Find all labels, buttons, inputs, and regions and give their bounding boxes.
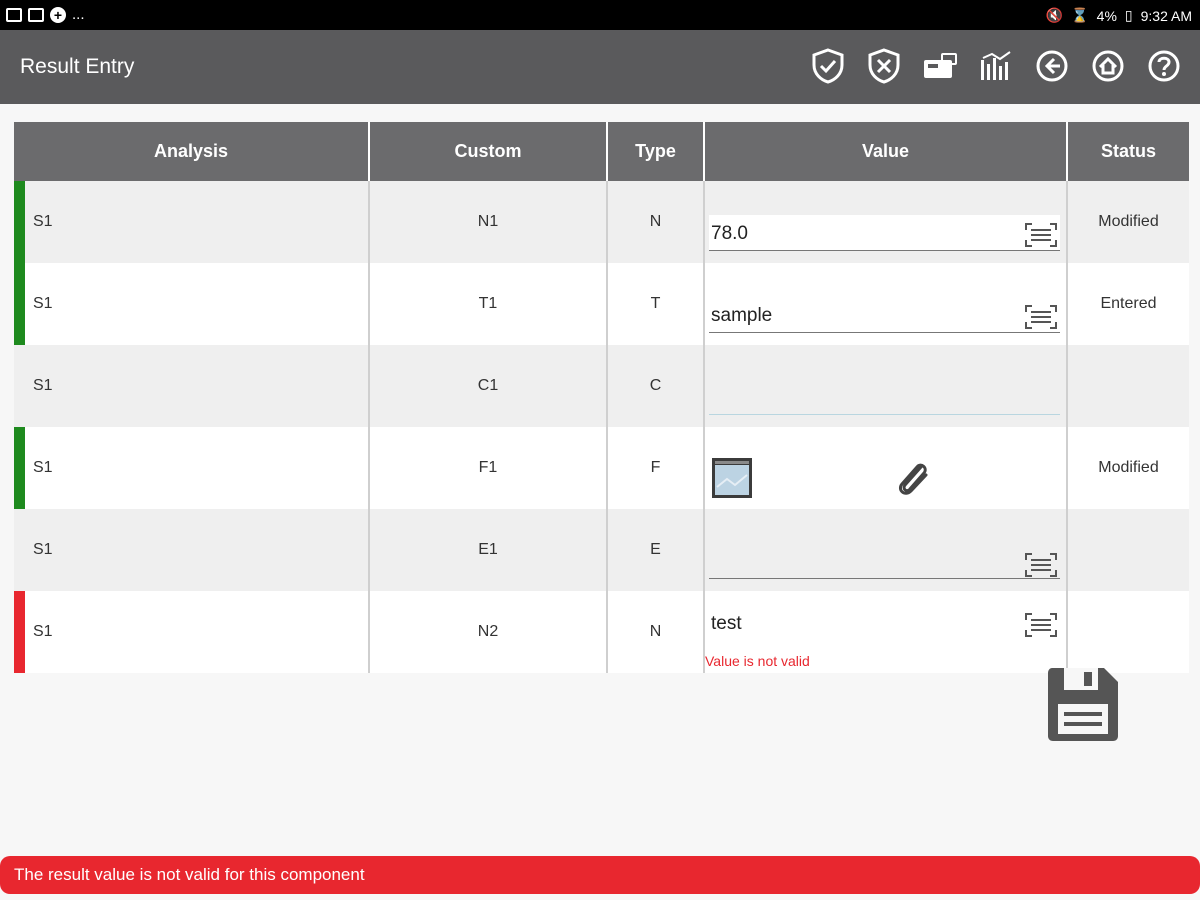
value-input[interactable]: sample xyxy=(709,297,1060,333)
approve-button[interactable] xyxy=(810,48,846,84)
table-row[interactable]: S1 F1 F Modified xyxy=(14,427,1189,509)
barcode-scan-icon[interactable] xyxy=(1024,222,1058,248)
value-input[interactable] xyxy=(709,543,1060,579)
card-reader-icon xyxy=(924,53,957,78)
status-cell: Modified xyxy=(1098,213,1159,230)
table-row[interactable]: S1 E1 E xyxy=(14,509,1189,591)
column-header-type: Type xyxy=(608,122,705,181)
type-cell: T xyxy=(650,295,661,312)
system-status-bar: + ... 🔇 ⌛ 4% ▯ 9:32 AM xyxy=(0,0,1200,30)
error-toast: The result value is not valid for this c… xyxy=(0,856,1200,894)
status-cell: Entered xyxy=(1100,295,1157,312)
type-cell: N xyxy=(649,213,662,230)
clock: 9:32 AM xyxy=(1140,7,1192,24)
help-button[interactable] xyxy=(1146,48,1182,84)
barcode-scan-icon[interactable] xyxy=(1024,552,1058,578)
battery-level: 4% xyxy=(1096,7,1117,24)
toolbar-actions xyxy=(810,48,1182,84)
card-reader-button[interactable] xyxy=(922,48,958,84)
reject-button[interactable] xyxy=(866,48,902,84)
custom-cell: C1 xyxy=(477,377,499,394)
shield-x-icon xyxy=(868,48,900,84)
table-header: Analysis Custom Type Value Status xyxy=(14,122,1189,181)
validation-error: Value is not valid xyxy=(705,653,810,669)
analysis-cell: S1 xyxy=(33,377,53,394)
chart-export-icon xyxy=(981,51,1011,80)
back-icon xyxy=(1036,50,1068,82)
floppy-disk-icon xyxy=(1048,668,1118,741)
shield-check-icon xyxy=(812,48,844,84)
type-cell: E xyxy=(650,541,661,558)
toast-message: The result value is not valid for this c… xyxy=(14,865,365,884)
column-header-status: Status xyxy=(1068,122,1189,181)
custom-cell: N2 xyxy=(477,623,499,640)
value-selector[interactable] xyxy=(709,379,1060,415)
value-text: 78.0 xyxy=(711,223,748,244)
table-row[interactable]: S1 C1 C xyxy=(14,345,1189,427)
status-cell: Modified xyxy=(1098,459,1159,476)
more-notifications: ... xyxy=(72,6,85,23)
value-input[interactable]: 78.0 xyxy=(709,215,1060,251)
table-row[interactable]: S1 T1 T sample Entered xyxy=(14,263,1189,345)
paperclip-icon[interactable] xyxy=(893,459,933,497)
app-bar: Result Entry xyxy=(0,30,1200,104)
table-row[interactable]: S1 N2 N test Value is not valid xyxy=(14,591,1189,673)
image-notification-icon xyxy=(28,7,44,22)
custom-cell: F1 xyxy=(478,459,498,476)
custom-cell: T1 xyxy=(478,295,498,312)
result-table: Analysis Custom Type Value Status S1 N1 … xyxy=(14,122,1189,673)
analysis-cell: S1 xyxy=(33,295,53,312)
barcode-scan-icon[interactable] xyxy=(1024,612,1058,638)
value-text: sample xyxy=(711,305,773,326)
add-notification-icon: + xyxy=(50,6,66,23)
mute-icon: 🔇 xyxy=(1045,7,1064,23)
custom-cell: E1 xyxy=(478,541,498,558)
column-header-value: Value xyxy=(705,122,1068,181)
analysis-cell: S1 xyxy=(33,623,53,640)
back-button[interactable] xyxy=(1034,48,1070,84)
table-row[interactable]: S1 N1 N 78.0 Modified xyxy=(14,181,1189,263)
chart-export-button[interactable] xyxy=(978,48,1014,84)
type-cell: N xyxy=(649,623,662,640)
save-button[interactable] xyxy=(1046,666,1120,742)
type-cell: C xyxy=(649,377,662,394)
type-cell: F xyxy=(650,459,661,476)
home-icon xyxy=(1092,50,1124,82)
analysis-cell: S1 xyxy=(33,541,53,558)
battery-icon: ▯ xyxy=(1124,7,1133,23)
value-text: test xyxy=(711,613,742,634)
file-thumbnail[interactable] xyxy=(711,457,753,499)
help-icon xyxy=(1148,50,1180,82)
page-title: Result Entry xyxy=(20,55,135,78)
analysis-cell: S1 xyxy=(33,213,53,230)
column-header-custom: Custom xyxy=(370,122,608,181)
custom-cell: N1 xyxy=(477,213,499,230)
value-input[interactable]: test xyxy=(709,605,1060,641)
analysis-cell: S1 xyxy=(33,459,53,476)
column-header-analysis: Analysis xyxy=(14,122,370,181)
home-button[interactable] xyxy=(1090,48,1126,84)
barcode-scan-icon[interactable] xyxy=(1024,304,1058,330)
image-notification-icon xyxy=(6,7,22,22)
alarm-icon: ⌛ xyxy=(1071,7,1089,23)
